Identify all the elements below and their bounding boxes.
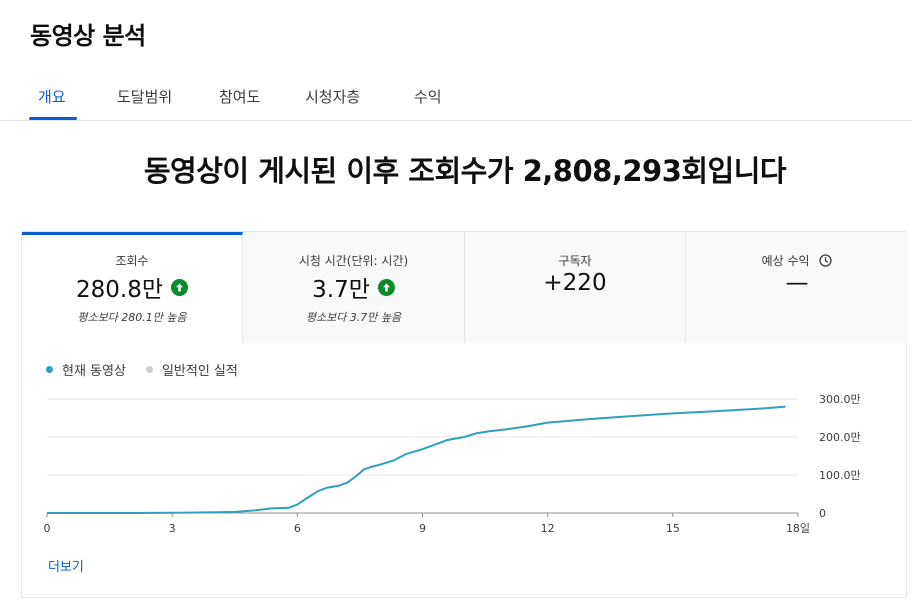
arrow-up-icon bbox=[377, 278, 395, 296]
x-tick-label: 15 bbox=[666, 522, 680, 535]
legend-label-typical: 일반적인 실적 bbox=[161, 364, 238, 379]
views-headline: 동영상이 게시된 이후 조회수가 2,808,293회입니다 bbox=[143, 154, 787, 188]
metric-label: 구독자 bbox=[558, 254, 592, 268]
legend-item-current: 현재 동영상 bbox=[46, 360, 126, 379]
tab-revenue[interactable]: 수익 bbox=[414, 86, 442, 107]
chart-legend: 현재 동영상 일반적인 실적 bbox=[46, 360, 238, 379]
legend-item-typical: 일반적인 실적 bbox=[145, 360, 238, 379]
series-line-current bbox=[47, 405, 786, 514]
x-tick-label: 18일 bbox=[786, 521, 810, 535]
arrow-up-icon bbox=[171, 278, 188, 296]
y-tick-label: 100.0만 bbox=[819, 469, 861, 482]
legend-label-current: 현재 동영상 bbox=[62, 364, 126, 379]
metric-label: 예상 수익 bbox=[761, 254, 810, 268]
metric-watch-time[interactable]: 시청 시간(단위: 시간) 3.7만 평소보다 3.7만 높음 bbox=[243, 232, 465, 343]
metric-estimated-revenue[interactable]: 예상 수익 — bbox=[686, 232, 908, 343]
more-link[interactable]: 더보기 bbox=[48, 556, 84, 575]
y-tick-label: 200.0만 bbox=[819, 431, 861, 444]
legend-dot-typical bbox=[145, 366, 153, 373]
legend-dot-current bbox=[46, 366, 53, 373]
metric-value: +220 bbox=[543, 270, 607, 296]
tab-reach[interactable]: 도달범위 bbox=[117, 86, 172, 107]
tab-bar: 개요 도달범위 참여도 시청자층 수익 bbox=[0, 78, 912, 121]
tab-active-indicator bbox=[29, 117, 77, 120]
views-line-chart: 0 100.0만 200.0만 300.0만 0 3 6 9 12 15 18일 bbox=[44, 393, 861, 535]
metric-value: 280.8만 bbox=[75, 277, 163, 303]
page-title: 동영상 분석 bbox=[30, 22, 146, 50]
metric-comparison: 평소보다 3.7만 높음 bbox=[305, 311, 402, 324]
metric-comparison: 평소보다 280.1만 높음 bbox=[77, 311, 187, 324]
metric-subscribers[interactable]: 구독자 +220 bbox=[465, 232, 686, 343]
metric-label: 시청 시간(단위: 시간) bbox=[298, 254, 409, 268]
analytics-card: 조회수 280.8만 평소보다 280.1만 높음 시청 시간(단위: 시간) … bbox=[21, 231, 908, 598]
clock-icon bbox=[819, 253, 833, 270]
metric-label: 조회수 bbox=[115, 254, 149, 268]
x-tick-label: 12 bbox=[541, 522, 555, 535]
x-tick-label: 3 bbox=[169, 522, 176, 535]
tab-engagement[interactable]: 참여도 bbox=[219, 86, 260, 107]
x-tick-label: 9 bbox=[419, 522, 426, 535]
x-tick-label: 6 bbox=[294, 522, 301, 535]
y-tick-label: 0 bbox=[819, 507, 826, 520]
metric-value: — bbox=[785, 270, 809, 296]
tab-audience[interactable]: 시청자층 bbox=[305, 86, 360, 107]
metric-value: 3.7만 bbox=[312, 277, 370, 303]
x-tick-label: 0 bbox=[44, 522, 51, 535]
tab-overview[interactable]: 개요 bbox=[38, 86, 66, 107]
y-tick-label: 300.0만 bbox=[819, 393, 861, 406]
metric-views[interactable]: 조회수 280.8만 평소보다 280.1만 높음 bbox=[22, 232, 243, 343]
